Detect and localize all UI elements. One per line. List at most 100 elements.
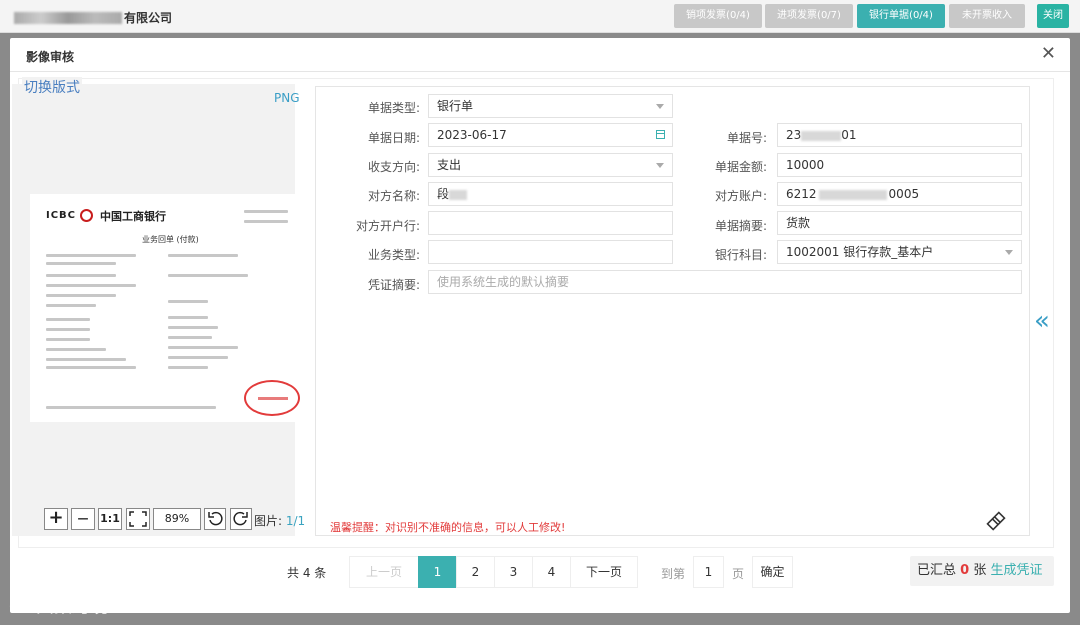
receipt-text-line [168, 356, 228, 359]
biz-type-label: 业务类型: [367, 248, 420, 262]
chevron-down-icon [656, 163, 664, 168]
file-format-label: PNG [274, 91, 300, 105]
summary-prefix: 已汇总 [917, 563, 957, 578]
receipt-text-line [168, 274, 248, 277]
receipt-text-line [46, 338, 90, 341]
goto-confirm-button[interactable]: 确定 [752, 556, 793, 588]
amount-field[interactable]: 10000 [777, 153, 1022, 177]
collapse-double-chevron-icon[interactable]: « [1034, 306, 1050, 336]
next-page-button[interactable]: 下一页 [570, 556, 638, 588]
calendar-icon [656, 130, 665, 139]
watermark-text: 大数跨境 [36, 597, 109, 617]
receipt-image: ICBC 中国工商银行 业务回单 (付款) [30, 194, 305, 422]
receipt-text-line [46, 406, 216, 409]
actual-size-button[interactable]: 1:1 [98, 508, 122, 530]
pager-total: 共 4 条 [287, 566, 327, 580]
image-counter-label: 图片: [254, 514, 283, 528]
doc-no-prefix: 23 [786, 128, 802, 142]
doc-date-value: 2023-06-17 [437, 128, 507, 142]
receipt-text-line [46, 254, 136, 257]
page-button-3[interactable]: 3 [494, 556, 533, 588]
receipt-text-line [46, 318, 90, 321]
doc-type-label: 单据类型: [367, 101, 420, 115]
direction-label: 收支方向: [367, 160, 420, 174]
chevron-down-icon [656, 104, 664, 109]
redacted-name [449, 189, 468, 200]
receipt-text-line [46, 274, 116, 277]
counterparty-bank-field[interactable] [428, 211, 673, 235]
tab-sales-invoice[interactable]: 销项发票(0/4) [674, 4, 762, 28]
counterparty-name-field[interactable]: 段 [428, 182, 673, 206]
redacted-account [818, 189, 887, 200]
biz-type-field[interactable] [428, 240, 673, 264]
receipt-text-line [168, 254, 238, 257]
receipt-text-line [46, 348, 106, 351]
page-button-1[interactable]: 1 [418, 556, 457, 588]
icbc-brand: ICBC [46, 210, 77, 221]
close-button[interactable]: 关闭 [1037, 4, 1069, 28]
receipt-text-line [46, 328, 90, 331]
receipt-text-line [168, 336, 212, 339]
receipt-text-line [46, 366, 136, 369]
summary-bar: 已汇总 0 张 生成凭证 [910, 556, 1054, 586]
doc-date-picker[interactable]: 2023-06-17 [428, 123, 673, 147]
close-icon[interactable]: ✕ [1041, 45, 1056, 63]
prev-page-button[interactable]: 上一页 [349, 556, 419, 588]
switch-layout-link[interactable]: 切换版式 [22, 77, 82, 97]
zoom-in-button[interactable]: + [44, 508, 68, 530]
tab-uninvoiced-income[interactable]: 未开票收入 [949, 4, 1025, 28]
counterparty-account-field[interactable]: 6212 0005 [777, 182, 1022, 206]
voucher-summary-input[interactable]: 使用系统生成的默认摘要 [428, 270, 1022, 294]
doc-no-field[interactable]: 23 01 [777, 123, 1022, 147]
receipt-text-line [46, 304, 96, 307]
receipt-text-line [46, 262, 116, 265]
tab-purchase-invoice[interactable]: 进项发票(0/7) [765, 4, 853, 28]
doc-type-select[interactable]: 银行单 [428, 94, 673, 118]
company-suffix: 有限公司 [124, 11, 173, 25]
goto-page-input[interactable]: 1 [693, 556, 724, 588]
eraser-icon[interactable] [985, 510, 1007, 532]
rotate-right-icon[interactable] [230, 508, 252, 530]
doc-date-label: 单据日期: [367, 131, 420, 145]
receipt-text-line [46, 284, 136, 287]
receipt-text-line [168, 316, 208, 319]
direction-value: 支出 [437, 158, 462, 172]
receipt-bank-name: 中国工商银行 [100, 210, 166, 223]
bank-seal-text [258, 397, 288, 400]
counterparty-bank-label: 对方开户行: [355, 219, 420, 233]
bank-subject-select[interactable]: 1002001 银行存款_基本户 [777, 240, 1022, 264]
chevron-down-icon [1005, 250, 1013, 255]
fit-screen-icon[interactable] [126, 508, 150, 530]
receipt-text-line [46, 294, 116, 297]
goto-label: 到第 [661, 567, 686, 581]
rotate-left-icon[interactable] [204, 508, 226, 530]
voucher-summary-label: 凭证摘要: [367, 278, 420, 292]
receipt-text-line [46, 358, 126, 361]
generate-voucher-link[interactable]: 生成凭证 [991, 563, 1043, 578]
direction-select[interactable]: 支出 [428, 153, 673, 177]
tab-bank-documents[interactable]: 银行单据(0/4) [857, 4, 945, 28]
image-counter: 图片: 1/1 [254, 512, 305, 529]
page-button-2[interactable]: 2 [456, 556, 495, 588]
company-name: 有限公司 [14, 9, 172, 26]
reminder-tip: 温馨提醒：对识别不准确的信息，可以人工修改! [330, 521, 566, 534]
doc-type-value: 银行单 [437, 99, 474, 113]
zoom-out-button[interactable]: — [71, 508, 95, 530]
amount-label: 单据金额: [714, 160, 767, 174]
page-button-4[interactable]: 4 [532, 556, 571, 588]
icbc-logo-icon [80, 209, 93, 222]
modal-header: 影像审核 ✕ [10, 38, 1070, 72]
modal-title: 影像审核 [26, 50, 75, 64]
summary-field[interactable]: 货款 [777, 211, 1022, 235]
receipt-text-line [168, 326, 218, 329]
watermark: ↈ 大数跨境 [10, 592, 109, 617]
page-unit-label: 页 [732, 567, 745, 581]
bank-subject-label: 银行科目: [714, 248, 767, 262]
doc-no-label: 单据号: [726, 131, 767, 145]
zoom-level-display: 89% [153, 508, 201, 530]
redacted-company-prefix [14, 11, 122, 24]
receipt-text-line [244, 210, 288, 213]
doc-no-suffix: 01 [841, 128, 857, 142]
receipt-text-line [168, 366, 208, 369]
counterparty-account-label: 对方账户: [714, 189, 767, 203]
